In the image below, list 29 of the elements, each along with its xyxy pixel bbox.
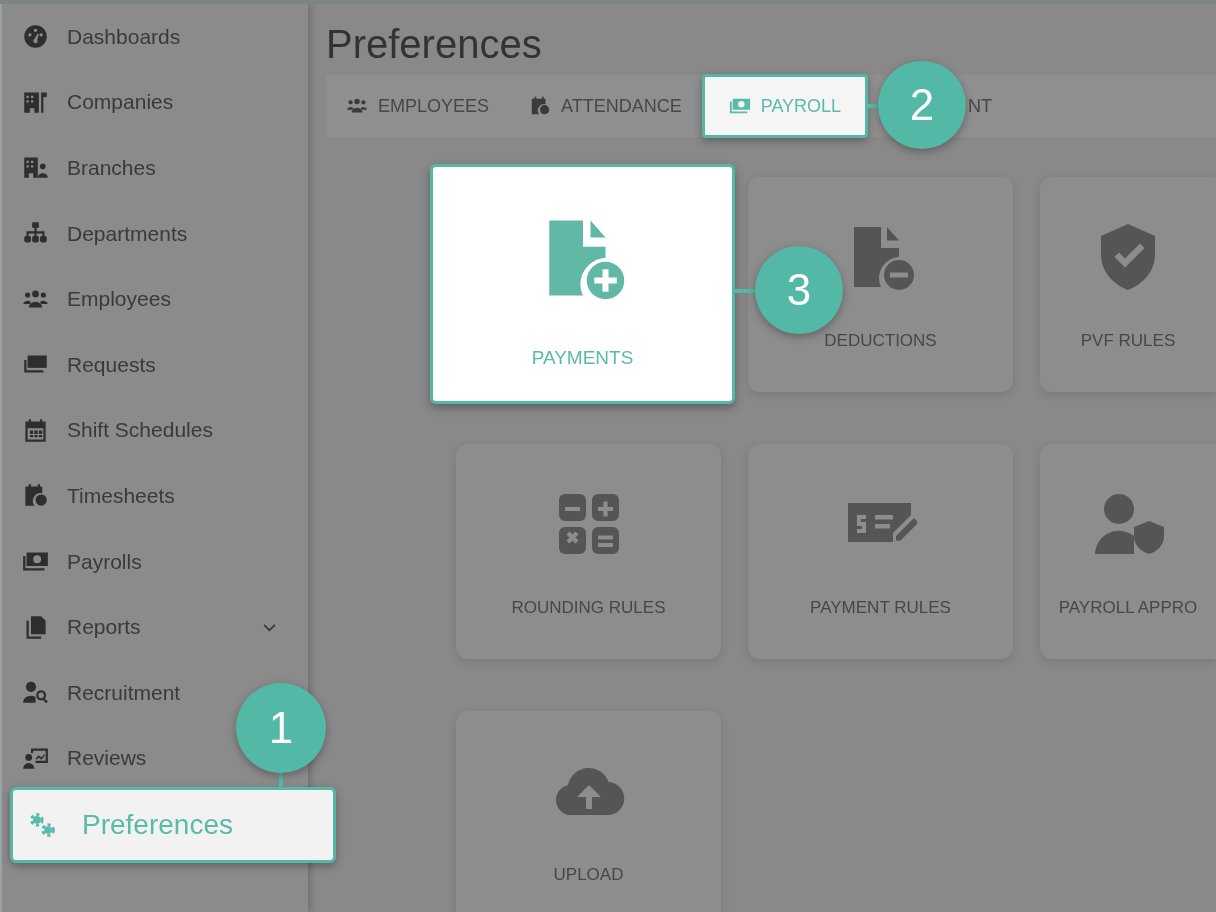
sidebar-item[interactable]: Departments (2, 205, 194, 262)
settings-card[interactable]: PAYMENTS (430, 164, 735, 404)
settings-card[interactable]: PAYROLL APPRO (1040, 444, 1216, 659)
sidebar-item[interactable]: Recruitment (2, 664, 187, 721)
settings-card[interactable]: UPLOAD (456, 711, 721, 912)
settings-card[interactable]: PVF RULES (1040, 177, 1216, 392)
settings-card[interactable]: ROUNDING RULES (456, 444, 721, 659)
tab[interactable]: PAYROLL (701, 74, 869, 138)
sidebar-item[interactable]: Shift Schedules (2, 402, 219, 459)
sidebar-item[interactable]: Branches (2, 140, 162, 196)
sidebar-item[interactable]: Dashboards (2, 8, 187, 65)
tab[interactable]: NT (968, 75, 1013, 137)
sidebar-item[interactable]: Payrolls (2, 533, 148, 590)
sidebar-item[interactable]: Employees (2, 271, 177, 328)
tab[interactable]: ATTENDANCE (509, 75, 702, 137)
sidebar-item[interactable]: Reports (2, 599, 308, 656)
calendar-icon (22, 416, 49, 444)
gauge-icon (22, 23, 49, 51)
tab[interactable]: EMPLOYEES (346, 75, 510, 137)
gears-icon (29, 811, 56, 839)
step-badge: 2 (878, 61, 967, 149)
sidebar-item[interactable]: Timesheets (2, 467, 181, 524)
step-badge: 1 (236, 683, 326, 774)
settings-card[interactable]: PAYMENT RULES (748, 444, 1013, 659)
sidebar-item[interactable]: Preferences (10, 787, 336, 864)
sidebar-item[interactable]: Requests (2, 336, 162, 393)
page-title: Preferences (326, 22, 543, 67)
sidebar-item[interactable]: Companies (2, 74, 180, 131)
sidebar-item[interactable]: Reviews (2, 730, 153, 787)
